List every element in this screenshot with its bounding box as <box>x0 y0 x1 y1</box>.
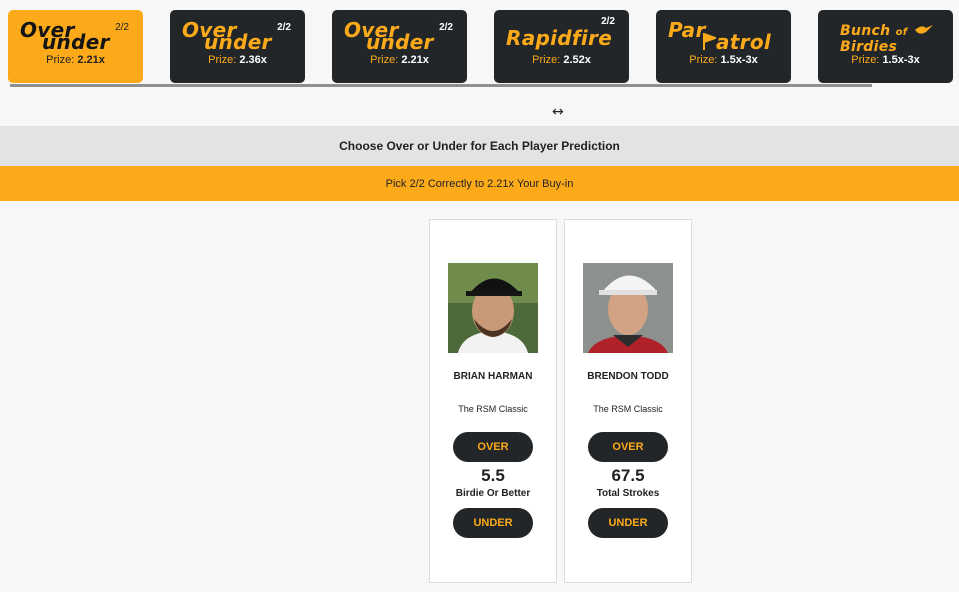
prediction-header: Choose Over or Under for Each Player Pre… <box>0 126 959 166</box>
logo-line1: Rapidfire <box>506 26 613 50</box>
prize-text: Prize: 2.52x <box>494 54 629 66</box>
over-button[interactable]: OVER <box>588 432 668 462</box>
tab-over-under-3[interactable]: Over under 2/2 Prize: 2.21x <box>332 10 467 83</box>
pick-count: 2/2 <box>277 22 291 33</box>
prize-label: Prize: <box>46 54 75 66</box>
player-photo-image <box>583 263 673 353</box>
bird-icon <box>915 25 933 34</box>
prediction-line: 5.5 <box>481 466 505 485</box>
prize-label: Prize: <box>689 54 718 66</box>
logo-line2: under <box>366 30 434 54</box>
prize-label: Prize: <box>370 54 399 66</box>
pick-count: 2/2 <box>115 22 129 33</box>
bunch-of-birdies-logo: Bunch of Birdies <box>840 24 907 54</box>
logo-line2: under <box>204 30 272 54</box>
prize-value: 2.21x <box>401 54 429 66</box>
logo-line2-text: atrol <box>716 30 772 54</box>
player-photo-image <box>448 263 538 353</box>
prediction-line: 67.5 <box>611 466 645 485</box>
prize-value: 2.52x <box>563 54 591 66</box>
logo-line2: under <box>42 30 110 54</box>
player-name: BRIAN HARMAN <box>453 371 533 382</box>
over-button[interactable]: OVER <box>453 432 533 462</box>
prize-text: Prize: 2.21x <box>332 54 467 66</box>
prize-value: 1.5x-3x <box>882 54 920 66</box>
player-photo <box>583 263 673 353</box>
game-tabs: Over under 2/2 Prize: 2.21x Over under 2… <box>0 0 959 86</box>
prize-label: Prize: <box>208 54 237 66</box>
pick-count: 2/2 <box>439 22 453 33</box>
event-name: The RSM Classic <box>458 404 528 414</box>
prize-value: 2.21x <box>77 54 105 66</box>
resize-icon[interactable]: ↔ <box>552 104 564 120</box>
tab-over-under-1[interactable]: Over under 2/2 Prize: 2.21x <box>8 10 143 83</box>
prize-label: Prize: <box>532 54 561 66</box>
pick-count: 2/2 <box>601 16 615 27</box>
event-name: The RSM Classic <box>593 404 663 414</box>
flag-icon <box>703 32 718 50</box>
logo-line1: Par <box>668 18 706 42</box>
prize-text: Prize: 2.36x <box>170 54 305 66</box>
logo-line2: Birdies <box>840 39 898 55</box>
stat-type: Total Strokes <box>596 488 660 499</box>
prize-value: 1.5x-3x <box>720 54 758 66</box>
prize-text: Prize: 1.5x-3x <box>656 54 791 66</box>
logo-of: of <box>895 27 908 38</box>
player-card: BRENDON TODD The RSM Classic OVER 67.5 T… <box>564 219 692 583</box>
under-button[interactable]: UNDER <box>588 508 668 538</box>
rapidfire-logo: Rapidfire <box>506 28 612 48</box>
tabs-scrollbar[interactable] <box>10 84 872 87</box>
under-button[interactable]: UNDER <box>453 508 533 538</box>
logo-line2: atrol <box>702 32 771 52</box>
prize-text: Prize: 1.5x-3x <box>818 54 953 66</box>
prize-text: Prize: 2.21x <box>8 54 143 66</box>
prize-label: Prize: <box>851 54 880 66</box>
tab-bunch-of-birdies[interactable]: Bunch of Birdies Prize: 1.5x-3x <box>818 10 953 83</box>
player-card: BRIAN HARMAN The RSM Classic OVER 5.5 Bi… <box>429 219 557 583</box>
tab-rapidfire[interactable]: Rapidfire 2/2 Prize: 2.52x <box>494 10 629 83</box>
pick-rule-banner: Pick 2/2 Correctly to 2.21x Your Buy-in <box>0 166 959 201</box>
player-name: BRENDON TODD <box>587 371 669 382</box>
tab-par-patrol[interactable]: Par atrol Prize: 1.5x-3x <box>656 10 791 83</box>
logo-line1: Bunch <box>840 23 891 39</box>
stat-type: Birdie Or Better <box>455 488 531 499</box>
tab-over-under-2[interactable]: Over under 2/2 Prize: 2.36x <box>170 10 305 83</box>
player-photo <box>448 263 538 353</box>
prize-value: 2.36x <box>239 54 267 66</box>
